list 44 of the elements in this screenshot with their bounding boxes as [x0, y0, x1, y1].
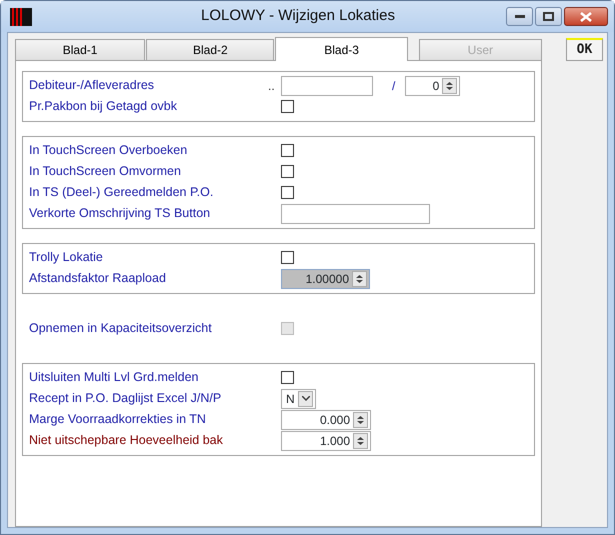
field-label: Uitsluiten Multi Lvl Grd.melden	[29, 369, 200, 386]
number-field[interactable]: 0.000	[281, 410, 371, 430]
spin-arrows-icon[interactable]	[442, 78, 458, 94]
field-label: In TouchScreen Omvormen	[29, 163, 182, 180]
maximize-button[interactable]	[535, 7, 562, 26]
checkbox[interactable]	[281, 165, 294, 178]
minimize-icon	[514, 14, 524, 18]
number-field[interactable]: 0	[405, 76, 460, 96]
ok-button[interactable]: OK	[566, 38, 603, 61]
text-field[interactable]	[281, 204, 430, 224]
chevron-down-icon	[298, 390, 313, 406]
field-label: In TouchScreen Overboeken	[29, 142, 188, 160]
field-label: Afstandsfaktor Raapload	[29, 270, 167, 288]
window-title: LOLOWY - Wijzigen Lokaties	[200, 6, 396, 26]
number-field[interactable]: 1.000	[281, 430, 371, 450]
checkbox[interactable]	[281, 186, 294, 199]
checkbox[interactable]	[281, 251, 294, 264]
maximize-icon	[543, 12, 554, 21]
dropdown[interactable]: N	[281, 388, 316, 408]
field-label: Verkorte Omschrijving TS Button	[29, 205, 212, 222]
field-label: Debiteur-/Afleveradres	[29, 77, 156, 94]
slash-text: /	[392, 78, 396, 94]
tab[interactable]: Blad-3	[275, 37, 408, 61]
field-label: Pr.Pakbon bij Getagd ovbk	[29, 98, 178, 116]
field-label: In TS (Deel-) Gereedmelden P.O.	[29, 184, 214, 202]
checkbox[interactable]	[281, 100, 294, 113]
tab[interactable]: Blad-2	[146, 39, 274, 60]
spin-arrows-icon[interactable]	[353, 412, 368, 428]
close-button[interactable]	[564, 7, 608, 26]
number-field: 1.00000	[281, 268, 370, 288]
app-icon	[10, 8, 32, 26]
ellipsis-text: ..	[268, 78, 276, 94]
tab[interactable]: Blad-1	[15, 39, 146, 60]
close-icon	[580, 12, 592, 22]
field-label: Trolly Lokatie	[29, 249, 104, 266]
field-label: Recept in P.O. Daglijst Excel J/N/P	[29, 390, 222, 408]
field-label: Niet uitschepbare Hoeveelheid bak	[29, 432, 224, 450]
checkbox[interactable]	[281, 144, 294, 157]
checkbox[interactable]	[281, 371, 294, 384]
field-label: Marge Voorraadkorrekties in TN	[29, 411, 207, 428]
minimize-button[interactable]	[506, 7, 533, 26]
text-field[interactable]	[281, 76, 373, 96]
spin-arrows-icon[interactable]	[353, 432, 368, 448]
field-label: Opnemen in Kapaciteitsoverzicht	[29, 320, 213, 338]
